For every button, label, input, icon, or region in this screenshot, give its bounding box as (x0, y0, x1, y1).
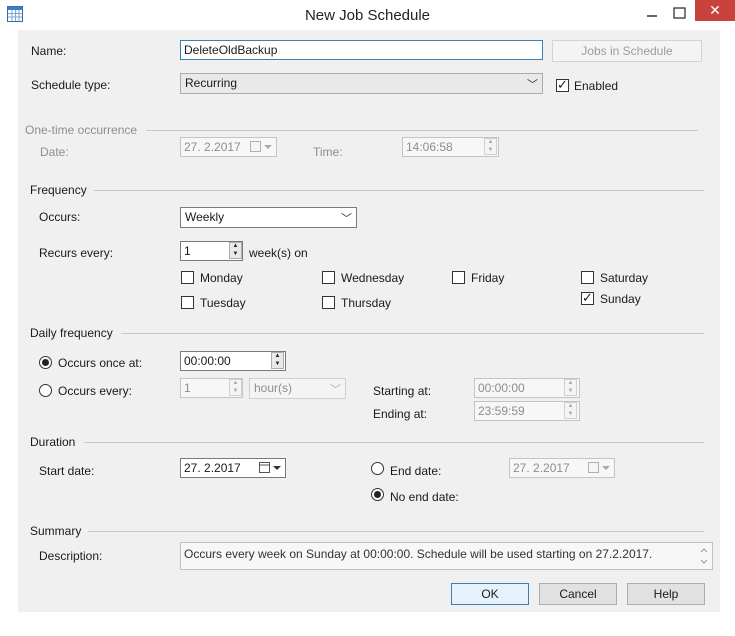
start-date-label: Start date: (39, 464, 95, 478)
occurs-every-unit-value: hour(s) (254, 381, 293, 395)
start-date-value: 27. 2.2017 (184, 461, 241, 475)
day-checkbox-monday[interactable] (181, 271, 194, 284)
name-label: Name: (31, 44, 67, 58)
window-title: New Job Schedule (304, 7, 431, 24)
no-end-date-radio[interactable] (371, 488, 384, 501)
duration-header: Duration (30, 435, 76, 449)
ok-button[interactable]: OK (451, 583, 529, 605)
duration-separator (84, 442, 704, 443)
one-time-separator (146, 130, 698, 131)
day-label-monday: Monday (200, 271, 243, 285)
day-checkbox-thursday[interactable] (322, 296, 335, 309)
occurs-once-time-spinner[interactable]: ▲ ▼ (271, 352, 284, 369)
title-bar: New Job Schedule ✕ (0, 0, 735, 30)
day-label-friday: Friday (471, 271, 505, 285)
minimize-icon[interactable] (640, 4, 664, 24)
dialog-client-area (18, 30, 720, 612)
day-label-sunday: Sunday (600, 292, 641, 306)
end-date-radio[interactable] (371, 462, 384, 475)
chevron-down-icon: ﹀ (341, 213, 352, 225)
starting-at-label: Starting at: (373, 384, 432, 398)
summary-separator (88, 531, 704, 532)
spin-down-icon: ▼ (232, 251, 239, 257)
spin-down-icon: ▼ (567, 411, 574, 417)
occurs-every-unit-select: hour(s) ﹀ (249, 378, 346, 399)
one-time-time-label: Time: (313, 145, 343, 159)
one-time-time-value: 14:06:58 (406, 140, 453, 154)
occurs-value: Weekly (185, 210, 225, 224)
day-label-thursday: Thursday (341, 296, 392, 310)
schedule-type-label: Schedule type: (31, 78, 111, 92)
description-scrollbar[interactable] (696, 543, 712, 569)
spin-down-icon: ▼ (232, 388, 239, 394)
daily-frequency-header: Daily frequency (30, 326, 113, 340)
enabled-checkbox[interactable] (556, 77, 569, 93)
recurs-every-spinner[interactable]: ▲ ▼ (229, 242, 242, 259)
enabled-label: Enabled (574, 79, 619, 93)
dialog-window: New Job Schedule ✕ Name: DeleteOldBackup… (0, 0, 735, 636)
calendar-dropdown-icon (250, 141, 272, 152)
occurs-every-spinner: ▲ ▼ (229, 379, 242, 396)
day-checkbox-sunday[interactable] (581, 290, 594, 306)
frequency-separator (94, 190, 704, 191)
spin-up-icon: ▲ (274, 353, 281, 359)
maximize-icon[interactable] (667, 4, 691, 24)
day-label-tuesday: Tuesday (200, 296, 246, 310)
description-text: Occurs every week on Sunday at 00:00:00.… (180, 542, 713, 570)
chevron-down-icon: ﹀ (330, 384, 341, 396)
day-label-saturday: Saturday (600, 271, 649, 285)
recurs-unit-label: week(s) on (249, 246, 308, 260)
cancel-button[interactable]: Cancel (539, 583, 617, 605)
spin-down-icon: ▼ (274, 361, 281, 367)
spin-up-icon: ▲ (232, 243, 239, 249)
help-button[interactable]: Help (627, 583, 705, 605)
spin-up-icon: ▲ (487, 139, 494, 145)
schedule-type-select[interactable]: Recurring ﹀ (180, 73, 543, 94)
calendar-dropdown-icon (588, 462, 610, 473)
daily-frequency-separator (121, 333, 704, 334)
occurs-every-label: Occurs every: (58, 384, 133, 398)
day-checkbox-wednesday[interactable] (322, 271, 335, 284)
description-label: Description: (39, 549, 103, 563)
ending-at-label: Ending at: (373, 407, 428, 421)
occurs-every-radio[interactable] (39, 384, 52, 397)
schedule-type-value: Recurring (185, 76, 238, 90)
jobs-in-schedule-button[interactable]: Jobs in Schedule (552, 40, 702, 62)
no-end-date-label: No end date: (390, 490, 459, 504)
recurs-every-label: Recurs every: (39, 246, 114, 260)
occurs-once-label: Occurs once at: (58, 356, 143, 370)
one-time-date-label: Date: (40, 145, 69, 159)
end-date-label: End date: (390, 464, 442, 478)
one-time-time-spinner: ▲ ▼ (484, 138, 497, 155)
name-input[interactable]: DeleteOldBackup (180, 40, 543, 60)
occurs-select[interactable]: Weekly ﹀ (180, 207, 357, 228)
spin-up-icon: ▲ (567, 403, 574, 409)
day-label-wednesday: Wednesday (341, 271, 405, 285)
summary-header: Summary (30, 524, 82, 538)
spin-down-icon: ▼ (487, 147, 494, 153)
chevron-down-icon: ﹀ (527, 79, 538, 91)
frequency-header: Frequency (30, 183, 87, 197)
ending-at-spinner: ▲ ▼ (564, 402, 577, 419)
occurs-label: Occurs: (39, 210, 81, 224)
spin-up-icon: ▲ (567, 380, 574, 386)
calendar-dropdown-icon[interactable] (259, 461, 283, 475)
day-checkbox-friday[interactable] (452, 271, 465, 284)
spin-up-icon: ▲ (232, 380, 239, 386)
one-time-occurrence-header: One-time occurrence (25, 123, 138, 137)
day-checkbox-saturday[interactable] (581, 271, 594, 284)
one-time-date-value: 27. 2.2017 (184, 140, 241, 154)
starting-at-spinner: ▲ ▼ (564, 379, 577, 396)
close-icon[interactable]: ✕ (695, 0, 735, 21)
end-date-value: 27. 2.2017 (513, 461, 570, 475)
day-checkbox-tuesday[interactable] (181, 296, 194, 309)
spin-down-icon: ▼ (567, 388, 574, 394)
occurs-once-radio[interactable] (39, 356, 52, 369)
